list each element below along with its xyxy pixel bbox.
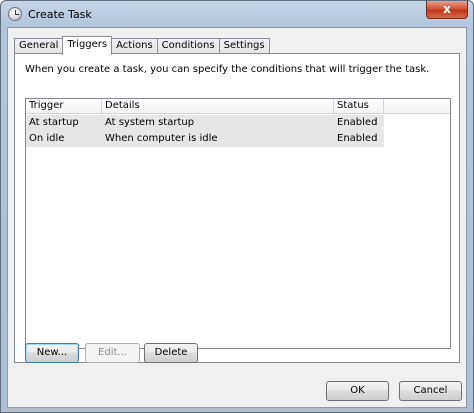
trigger-cell: On idle <box>29 133 65 144</box>
edit-button[interactable]: Edit... <box>85 343 140 363</box>
details-cell: When computer is idle <box>105 133 218 144</box>
triggers-panel: When you create a task, you can specify … <box>14 53 460 363</box>
close-button[interactable]: x <box>426 1 468 19</box>
cancel-button[interactable]: Cancel <box>399 381 462 401</box>
ok-button[interactable]: OK <box>326 381 389 401</box>
tab-settings[interactable]: Settings <box>218 38 270 54</box>
dialog-body: General Triggers Actions Conditions Sett… <box>7 27 467 408</box>
details-cell: At system startup <box>105 117 195 128</box>
title-bar[interactable]: Create Task x <box>1 1 473 27</box>
trigger-cell: At startup <box>29 117 79 128</box>
column-header-status[interactable]: Status <box>334 99 384 114</box>
tab-strip: General Triggers Actions Conditions Sett… <box>14 36 270 55</box>
window-title: Create Task <box>28 8 92 21</box>
create-task-window: Create Task x General Triggers Actions C… <box>0 0 474 413</box>
column-header-trigger[interactable]: Trigger <box>26 99 102 114</box>
tab-conditions[interactable]: Conditions <box>156 38 220 54</box>
table-row[interactable]: On idle When computer is idle Enabled <box>26 131 384 147</box>
tab-actions[interactable]: Actions <box>111 38 158 54</box>
list-header: Trigger Details Status <box>26 99 450 114</box>
status-cell: Enabled <box>337 133 378 144</box>
tab-general[interactable]: General <box>14 38 64 54</box>
column-header-filler <box>384 99 450 114</box>
clock-icon <box>8 7 22 21</box>
status-cell: Enabled <box>337 117 378 128</box>
tab-triggers[interactable]: Triggers <box>62 36 113 55</box>
triggers-list[interactable]: Trigger Details Status At startup At sys… <box>25 98 451 349</box>
delete-button[interactable]: Delete <box>144 343 198 363</box>
triggers-description: When you create a task, you can specify … <box>25 64 430 75</box>
new-button[interactable]: New... <box>25 343 79 363</box>
table-row[interactable]: At startup At system startup Enabled <box>26 115 384 131</box>
column-header-details[interactable]: Details <box>102 99 334 114</box>
